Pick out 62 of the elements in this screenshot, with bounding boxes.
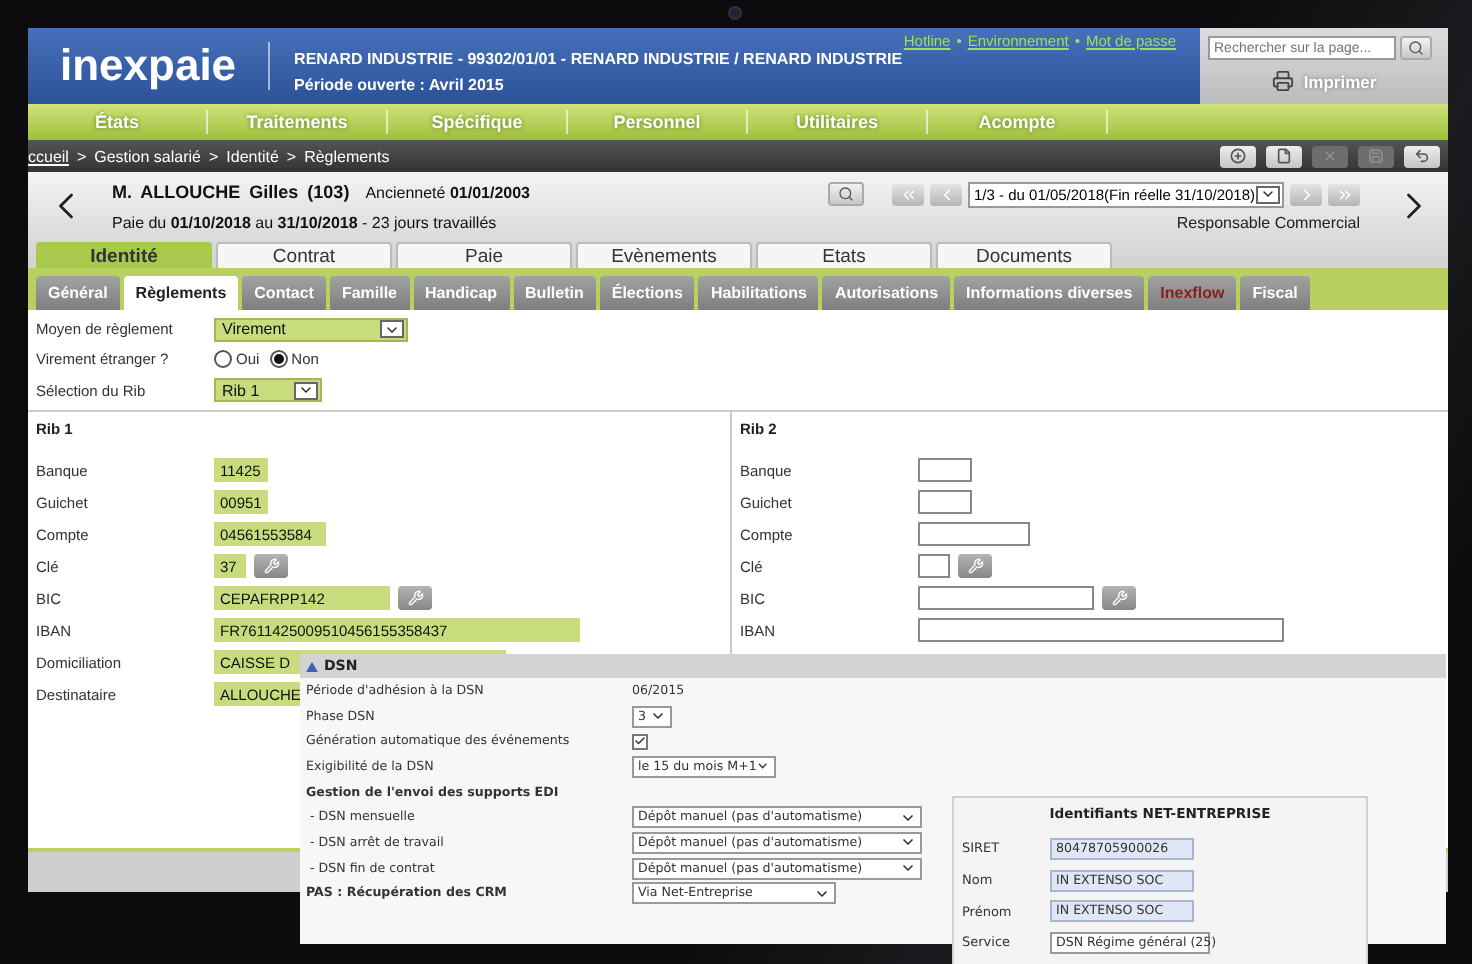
pay-period-text: Paie du 01/10/2018 au 31/10/2018 - 23 jours travaillés bbox=[112, 213, 499, 231]
first-button[interactable] bbox=[892, 183, 924, 205]
breadcrumb-item[interactable]: Gestion salarié bbox=[94, 147, 201, 165]
input-field[interactable] bbox=[918, 586, 1094, 610]
last-button[interactable] bbox=[1328, 183, 1360, 205]
toolbar-button[interactable] bbox=[1220, 145, 1256, 167]
logo: inexpaie bbox=[58, 40, 239, 92]
breadcrumb-separator: > bbox=[286, 147, 297, 165]
undo-icon bbox=[1414, 148, 1430, 164]
chevron-down-icon bbox=[1260, 186, 1276, 202]
main-tab[interactable]: Paie bbox=[396, 242, 572, 268]
wrench-icon bbox=[407, 590, 423, 606]
close-icon bbox=[1322, 148, 1338, 164]
wrench-button[interactable] bbox=[958, 554, 992, 578]
input-field[interactable] bbox=[918, 618, 1284, 642]
chevron-down-icon bbox=[814, 885, 830, 902]
wrench-icon bbox=[1111, 590, 1127, 606]
wrench-button[interactable] bbox=[254, 554, 288, 578]
chevron-down-icon bbox=[650, 708, 666, 725]
search-icon bbox=[838, 186, 854, 202]
main-tab[interactable]: Contrat bbox=[216, 242, 392, 268]
collapse-triangle-icon[interactable] bbox=[306, 661, 318, 671]
main-tab[interactable]: Identité bbox=[36, 242, 212, 268]
toolbar-button[interactable] bbox=[1404, 145, 1440, 167]
input-field[interactable] bbox=[918, 522, 1030, 546]
wrench-icon bbox=[967, 558, 983, 574]
sub-tab[interactable]: Règlements bbox=[123, 276, 239, 310]
search-button[interactable] bbox=[1400, 36, 1432, 60]
breadcrumb-item[interactable]: Règlements bbox=[304, 147, 390, 165]
toolbar-button[interactable] bbox=[1266, 145, 1302, 167]
radio-button[interactable] bbox=[214, 350, 232, 369]
job-title: Responsable Commercial bbox=[1176, 213, 1360, 231]
search-button[interactable] bbox=[828, 182, 864, 206]
breadcrumb-separator: > bbox=[76, 147, 87, 165]
main-tab[interactable]: Documents bbox=[936, 242, 1112, 268]
main-tab[interactable]: Evènements bbox=[576, 242, 752, 268]
wrench-button[interactable] bbox=[398, 586, 432, 610]
wrench-icon bbox=[263, 558, 279, 574]
camera-icon bbox=[728, 6, 742, 20]
search-icon bbox=[1408, 40, 1424, 56]
period-text: Période ouverte : Avril 2015 bbox=[294, 76, 506, 94]
input-field[interactable] bbox=[918, 458, 972, 482]
company-name: RENARD INDUSTRIE - 99302/01/01 - RENARD INDUSTRIE / RENARD INDUSTRIE bbox=[294, 50, 903, 68]
radio-button[interactable] bbox=[269, 350, 288, 369]
breadcrumb-link[interactable]: ccueil bbox=[28, 147, 69, 165]
double-chevron-left-icon bbox=[899, 185, 917, 203]
input-field[interactable] bbox=[918, 490, 972, 514]
main-tab[interactable]: Etats bbox=[756, 242, 932, 268]
dropdown[interactable]: Virement bbox=[214, 317, 408, 342]
wrench-button[interactable] bbox=[1102, 586, 1136, 610]
document-icon bbox=[1276, 148, 1292, 164]
employee-name: M. ALLOUCHE Gilles (103) bbox=[112, 181, 350, 201]
dropdown[interactable]: Rib 1 bbox=[214, 378, 322, 403]
breadcrumb-separator: > bbox=[208, 147, 219, 165]
seniority-text: Ancienneté 01/01/2003 bbox=[365, 183, 530, 201]
breadcrumb-item[interactable]: Identité bbox=[226, 147, 279, 165]
input-field[interactable] bbox=[918, 554, 950, 578]
double-chevron-right-icon bbox=[1335, 185, 1353, 203]
previous-button[interactable] bbox=[930, 183, 962, 205]
checkbox[interactable] bbox=[632, 733, 648, 750]
printer-icon bbox=[1271, 70, 1294, 92]
plus-circle-icon bbox=[1230, 148, 1246, 164]
